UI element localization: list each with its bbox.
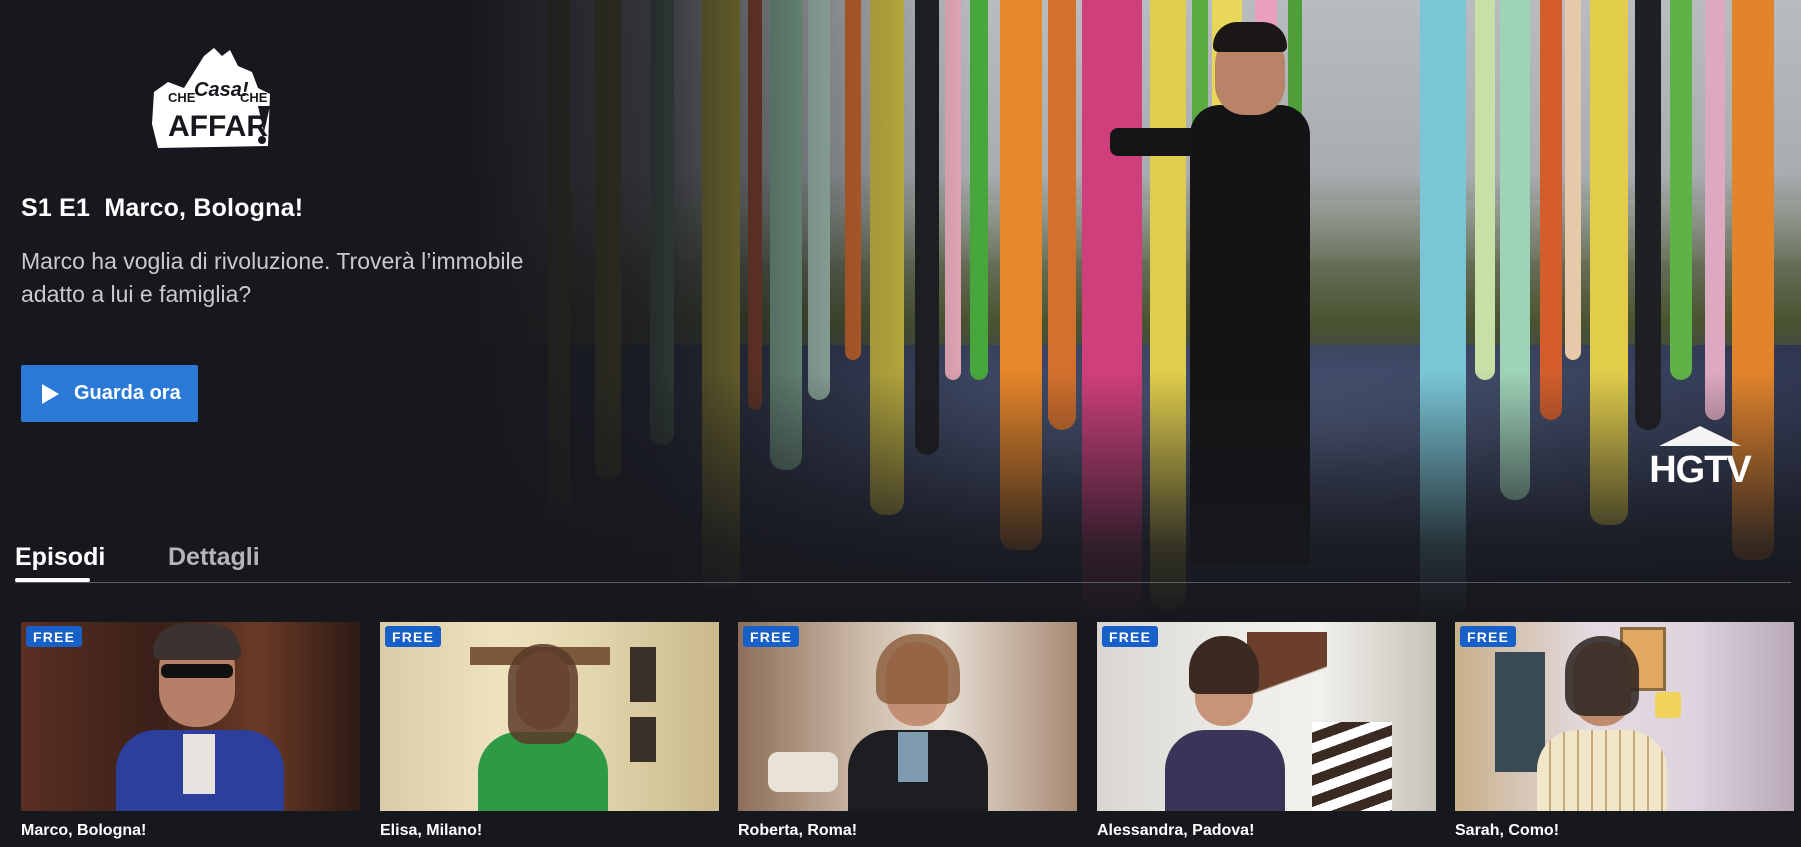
watch-now-label: Guarda ora bbox=[74, 382, 181, 404]
play-icon bbox=[42, 383, 59, 404]
free-badge: FREE bbox=[1460, 626, 1517, 647]
network-logo: HGTV bbox=[1641, 424, 1759, 491]
episode-card[interactable]: FREE Alessandra, Padova! bbox=[1097, 622, 1436, 840]
hero-gradient-overlay bbox=[470, 0, 1801, 620]
free-badge: FREE bbox=[26, 626, 83, 647]
svg-text:HGTV: HGTV bbox=[1649, 449, 1752, 486]
free-badge: FREE bbox=[1102, 626, 1159, 647]
episode-heading: S1 E1 Marco, Bologna! bbox=[21, 194, 303, 223]
episode-card-title: Roberta, Roma! bbox=[738, 822, 858, 839]
episode-card-title: Alessandra, Padova! bbox=[1097, 822, 1255, 839]
episode-card-title: Elisa, Milano! bbox=[380, 822, 483, 839]
episode-thumbnail: FREE bbox=[380, 622, 719, 811]
watch-now-button[interactable]: Guarda ora bbox=[21, 365, 198, 422]
episode-thumbnail: FREE bbox=[1455, 622, 1794, 811]
free-badge: FREE bbox=[743, 626, 800, 647]
episode-thumbnail: FREE bbox=[1097, 622, 1436, 811]
episode-thumbnail: FREE bbox=[738, 622, 1077, 811]
episode-card-title: Marco, Bologna! bbox=[21, 822, 147, 839]
episode-card[interactable]: FREE Roberta, Roma! bbox=[738, 622, 1077, 840]
tab-details[interactable]: Dettagli bbox=[168, 543, 260, 572]
svg-text:CHE: CHE bbox=[240, 90, 268, 105]
episode-card[interactable]: FREE Sarah, Como! bbox=[1455, 622, 1794, 840]
episode-card-title: Sarah, Como! bbox=[1455, 822, 1560, 839]
episode-thumbnail: FREE bbox=[21, 622, 360, 811]
episode-title: Marco, Bologna! bbox=[104, 194, 304, 222]
svg-text:CHE: CHE bbox=[168, 90, 196, 105]
free-badge: FREE bbox=[385, 626, 442, 647]
episode-description: Marco ha voglia di rivoluzione. Troverà … bbox=[21, 248, 524, 307]
tabs-divider bbox=[15, 582, 1791, 583]
tab-episodes[interactable]: Episodi bbox=[15, 543, 105, 572]
show-logo: CHE Casa! CHE AFFARE bbox=[152, 48, 281, 148]
episode-card[interactable]: FREE Marco, Bologna! bbox=[21, 622, 360, 840]
episode-card[interactable]: FREE Elisa, Milano! bbox=[380, 622, 719, 840]
episode-code: S1 E1 bbox=[21, 194, 91, 222]
